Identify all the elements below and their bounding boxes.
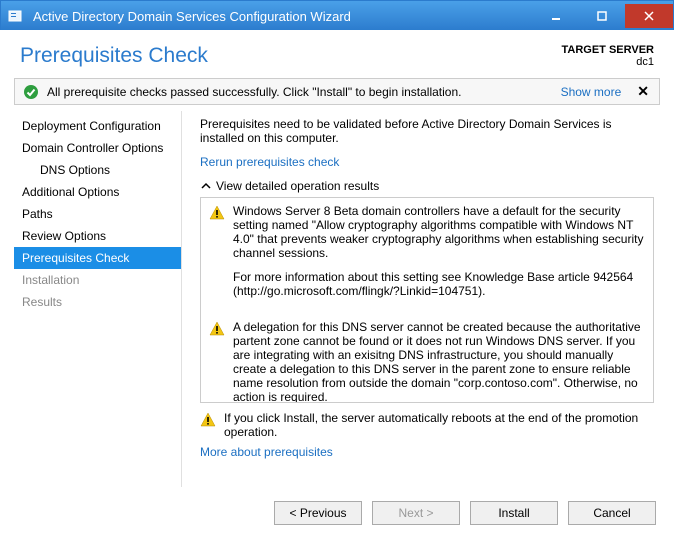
- next-button: Next >: [372, 501, 460, 525]
- target-server-label: TARGET SERVER: [562, 44, 655, 56]
- close-button[interactable]: [625, 4, 673, 28]
- maximize-button[interactable]: [579, 4, 625, 28]
- target-server-value: dc1: [562, 56, 655, 68]
- nav-deployment-configuration[interactable]: Deployment Configuration: [14, 115, 181, 137]
- banner-message: All prerequisite checks passed successfu…: [47, 85, 547, 99]
- nav-domain-controller-options[interactable]: Domain Controller Options: [14, 137, 181, 159]
- warning-row: Windows Server 8 Beta domain controllers…: [209, 204, 645, 308]
- nav-dns-options[interactable]: DNS Options: [14, 159, 181, 181]
- results-toggle[interactable]: View detailed operation results: [200, 179, 654, 193]
- chevron-up-icon: [200, 180, 212, 192]
- target-server-block: TARGET SERVER dc1: [562, 44, 655, 68]
- warning-row: A delegation for this DNS server cannot …: [209, 320, 645, 403]
- nav-results: Results: [14, 291, 181, 313]
- warning-text: For more information about this setting …: [233, 270, 645, 298]
- install-button[interactable]: Install: [470, 501, 558, 525]
- status-banner: All prerequisite checks passed successfu…: [14, 78, 660, 105]
- nav-installation: Installation: [14, 269, 181, 291]
- warning-icon: [209, 205, 225, 221]
- warning-text: A delegation for this DNS server cannot …: [233, 320, 645, 403]
- wizard-nav: Deployment Configuration Domain Controll…: [14, 111, 182, 487]
- wizard-buttons: < Previous Next > Install Cancel: [274, 501, 656, 525]
- warning-text: Windows Server 8 Beta domain controllers…: [233, 204, 645, 260]
- cancel-button[interactable]: Cancel: [568, 501, 656, 525]
- main-panel: Prerequisites need to be validated befor…: [186, 111, 660, 487]
- warning-icon: [200, 412, 216, 428]
- results-header-label: View detailed operation results: [216, 179, 379, 193]
- footer-warning-text: If you click Install, the server automat…: [224, 411, 654, 439]
- show-more-link[interactable]: Show more: [561, 85, 622, 99]
- banner-close-icon[interactable]: ✕: [635, 83, 651, 100]
- success-check-icon: [23, 84, 39, 100]
- window-title: Active Directory Domain Services Configu…: [33, 9, 351, 24]
- minimize-button[interactable]: [533, 4, 579, 28]
- page-header: Prerequisites Check TARGET SERVER dc1: [0, 30, 674, 78]
- footer-warning-row: If you click Install, the server automat…: [200, 411, 654, 439]
- previous-button[interactable]: < Previous: [274, 501, 362, 525]
- intro-text: Prerequisites need to be validated befor…: [200, 117, 654, 145]
- more-about-prerequisites-link[interactable]: More about prerequisites: [200, 445, 654, 459]
- page-title: Prerequisites Check: [20, 44, 562, 68]
- nav-paths[interactable]: Paths: [14, 203, 181, 225]
- titlebar[interactable]: Active Directory Domain Services Configu…: [1, 1, 673, 31]
- nav-additional-options[interactable]: Additional Options: [14, 181, 181, 203]
- warning-icon: [209, 321, 225, 337]
- nav-prerequisites-check[interactable]: Prerequisites Check: [14, 247, 181, 269]
- nav-review-options[interactable]: Review Options: [14, 225, 181, 247]
- app-icon: [7, 7, 25, 25]
- rerun-prerequisites-link[interactable]: Rerun prerequisites check: [200, 155, 654, 169]
- results-box[interactable]: Windows Server 8 Beta domain controllers…: [200, 197, 654, 403]
